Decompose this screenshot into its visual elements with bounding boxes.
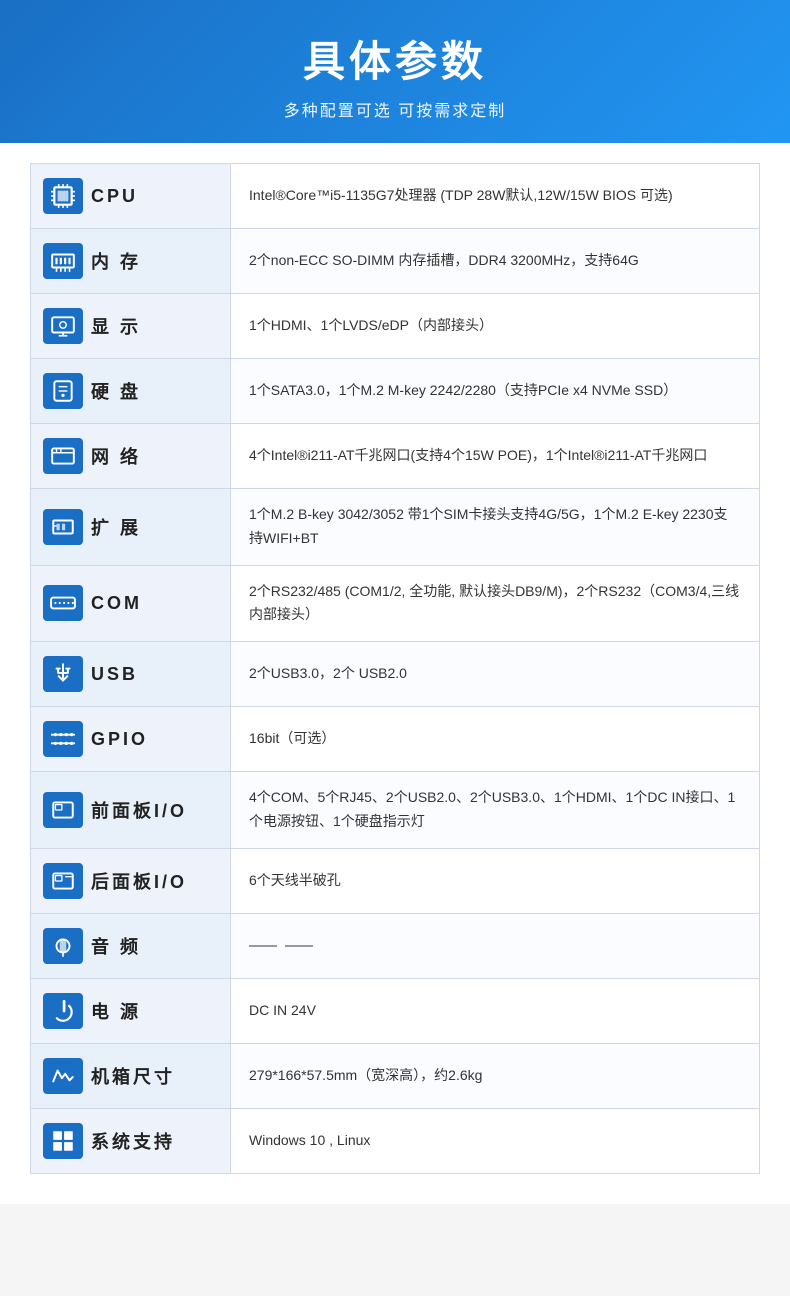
spec-row-com: COM 2个RS232/485 (COM1/2, 全功能, 默认接头DB9/M)…: [31, 566, 759, 643]
spec-label-text-network: 网 络: [91, 443, 141, 469]
spec-label-dimension: 机箱尺寸: [31, 1044, 231, 1108]
usb-icon: [43, 656, 83, 692]
spec-value-gpio: 16bit（可选）: [231, 707, 759, 771]
spec-row-expand: 扩 展 1个M.2 B-key 3042/3052 带1个SIM卡接头支持4G/…: [31, 489, 759, 566]
spec-value-os: Windows 10 , Linux: [231, 1109, 759, 1173]
spec-row-front-io: 前面板I/O 4个COM、5个RJ45、2个USB2.0、2个USB3.0、1个…: [31, 772, 759, 849]
spec-value-rear-io: 6个天线半破孔: [231, 849, 759, 913]
spec-label-text-dimension: 机箱尺寸: [91, 1063, 175, 1089]
spec-row-gpio: GPIO 16bit（可选）: [31, 707, 759, 772]
spec-label-text-memory: 内 存: [91, 248, 141, 274]
spec-label-text-os: 系统支持: [91, 1128, 175, 1154]
spec-value-expand: 1个M.2 B-key 3042/3052 带1个SIM卡接头支持4G/5G，1…: [231, 489, 759, 565]
spec-value-text: 1个M.2 B-key 3042/3052 带1个SIM卡接头支持4G/5G，1…: [249, 503, 741, 551]
spec-label-os: 系统支持: [31, 1109, 231, 1173]
spec-value-network: 4个Intel®i211-AT千兆网口(支持4个15W POE)，1个Intel…: [231, 424, 759, 488]
spec-row-cpu: CPU Intel®Core™i5-1135G7处理器 (TDP 28W默认,1…: [31, 164, 759, 229]
spec-value-storage: 1个SATA3.0，1个M.2 M-key 2242/2280（支持PCIe x…: [231, 359, 759, 423]
spec-row-power: 电 源 DC IN 24V: [31, 979, 759, 1044]
page-wrapper: 具体参数 多种配置可选 可按需求定制 CPU Intel®Core™i5-113…: [0, 0, 790, 1204]
display-icon: [43, 308, 83, 344]
memory-icon: [43, 243, 83, 279]
spec-value-usb: 2个USB3.0，2个 USB2.0: [231, 642, 759, 706]
spec-label-com: COM: [31, 566, 231, 642]
spec-label-text-expand: 扩 展: [91, 514, 141, 540]
gpio-icon: [43, 721, 83, 757]
expand-icon: [43, 509, 83, 545]
spec-label-text-usb: USB: [91, 664, 138, 685]
audio-icon: [43, 928, 83, 964]
com-icon: [43, 585, 83, 621]
spec-row-os: 系统支持 Windows 10 , Linux: [31, 1109, 759, 1173]
spec-label-text-rear-io: 后面板I/O: [91, 868, 187, 894]
spec-value-display: 1个HDMI、1个LVDS/eDP（内部接头）: [231, 294, 759, 358]
spec-value-memory: 2个non-ECC SO-DIMM 内存插槽，DDR4 3200MHz，支持64…: [231, 229, 759, 293]
spec-value-text: Windows 10 , Linux: [249, 1129, 370, 1153]
cpu-icon: [43, 178, 83, 214]
spec-label-text-power: 电 源: [91, 998, 141, 1024]
spec-row-dimension: 机箱尺寸 279*166*57.5mm（宽深高），约2.6kg: [31, 1044, 759, 1109]
spec-row-memory: 内 存 2个non-ECC SO-DIMM 内存插槽，DDR4 3200MHz，…: [31, 229, 759, 294]
spec-row-display: 显 示 1个HDMI、1个LVDS/eDP（内部接头）: [31, 294, 759, 359]
network-icon: [43, 438, 83, 474]
spec-value-com: 2个RS232/485 (COM1/2, 全功能, 默认接头DB9/M)，2个R…: [231, 566, 759, 642]
spec-row-storage: 硬 盘 1个SATA3.0，1个M.2 M-key 2242/2280（支持PC…: [31, 359, 759, 424]
spec-value-text: DC IN 24V: [249, 999, 316, 1023]
spec-value-audio: [231, 914, 759, 978]
spec-label-expand: 扩 展: [31, 489, 231, 565]
spec-table: CPU Intel®Core™i5-1135G7处理器 (TDP 28W默认,1…: [30, 163, 760, 1174]
spec-label-network: 网 络: [31, 424, 231, 488]
spec-label-storage: 硬 盘: [31, 359, 231, 423]
spec-label-text-cpu: CPU: [91, 186, 138, 207]
spec-value-text: 2个RS232/485 (COM1/2, 全功能, 默认接头DB9/M)，2个R…: [249, 580, 741, 628]
spec-label-text-com: COM: [91, 593, 142, 614]
rear-io-icon: [43, 863, 83, 899]
spec-value-front-io: 4个COM、5个RJ45、2个USB2.0、2个USB3.0、1个HDMI、1个…: [231, 772, 759, 848]
spec-value-dimension: 279*166*57.5mm（宽深高），约2.6kg: [231, 1044, 759, 1108]
page-title: 具体参数: [20, 28, 770, 89]
spec-label-text-front-io: 前面板I/O: [91, 797, 187, 823]
spec-row-usb: USB 2个USB3.0，2个 USB2.0: [31, 642, 759, 707]
spec-value-text: 16bit（可选）: [249, 727, 335, 751]
spec-label-front-io: 前面板I/O: [31, 772, 231, 848]
storage-icon: [43, 373, 83, 409]
spec-container: CPU Intel®Core™i5-1135G7处理器 (TDP 28W默认,1…: [0, 143, 790, 1204]
spec-value-text: 279*166*57.5mm（宽深高），约2.6kg: [249, 1064, 482, 1088]
spec-label-display: 显 示: [31, 294, 231, 358]
spec-label-usb: USB: [31, 642, 231, 706]
spec-value-text: 1个HDMI、1个LVDS/eDP（内部接头）: [249, 314, 493, 338]
spec-label-audio: 音 频: [31, 914, 231, 978]
spec-value-text: 2个non-ECC SO-DIMM 内存插槽，DDR4 3200MHz，支持64…: [249, 249, 639, 273]
spec-value-power: DC IN 24V: [231, 979, 759, 1043]
spec-row-network: 网 络 4个Intel®i211-AT千兆网口(支持4个15W POE)，1个I…: [31, 424, 759, 489]
spec-label-text-display: 显 示: [91, 313, 141, 339]
spec-value-cpu: Intel®Core™i5-1135G7处理器 (TDP 28W默认,12W/1…: [231, 164, 759, 228]
spec-value-text: 2个USB3.0，2个 USB2.0: [249, 662, 407, 686]
spec-label-text-audio: 音 频: [91, 933, 141, 959]
spec-value-text: 4个Intel®i211-AT千兆网口(支持4个15W POE)，1个Intel…: [249, 444, 707, 468]
front-io-icon: [43, 792, 83, 828]
spec-label-text-storage: 硬 盘: [91, 378, 141, 404]
power-icon: [43, 993, 83, 1029]
spec-value-text: 6个天线半破孔: [249, 869, 341, 893]
os-icon: [43, 1123, 83, 1159]
spec-value-text: Intel®Core™i5-1135G7处理器 (TDP 28W默认,12W/1…: [249, 184, 673, 208]
spec-value-text: 1个SATA3.0，1个M.2 M-key 2242/2280（支持PCIe x…: [249, 379, 677, 403]
spec-row-audio: 音 频: [31, 914, 759, 979]
spec-row-rear-io: 后面板I/O 6个天线半破孔: [31, 849, 759, 914]
spec-label-rear-io: 后面板I/O: [31, 849, 231, 913]
spec-value-text: 4个COM、5个RJ45、2个USB2.0、2个USB3.0、1个HDMI、1个…: [249, 786, 741, 834]
spec-label-cpu: CPU: [31, 164, 231, 228]
dimension-icon: [43, 1058, 83, 1094]
spec-label-text-gpio: GPIO: [91, 729, 148, 750]
spec-label-power: 电 源: [31, 979, 231, 1043]
page-subtitle: 多种配置可选 可按需求定制: [20, 97, 770, 121]
spec-label-memory: 内 存: [31, 229, 231, 293]
spec-label-gpio: GPIO: [31, 707, 231, 771]
header-section: 具体参数 多种配置可选 可按需求定制: [0, 0, 790, 143]
